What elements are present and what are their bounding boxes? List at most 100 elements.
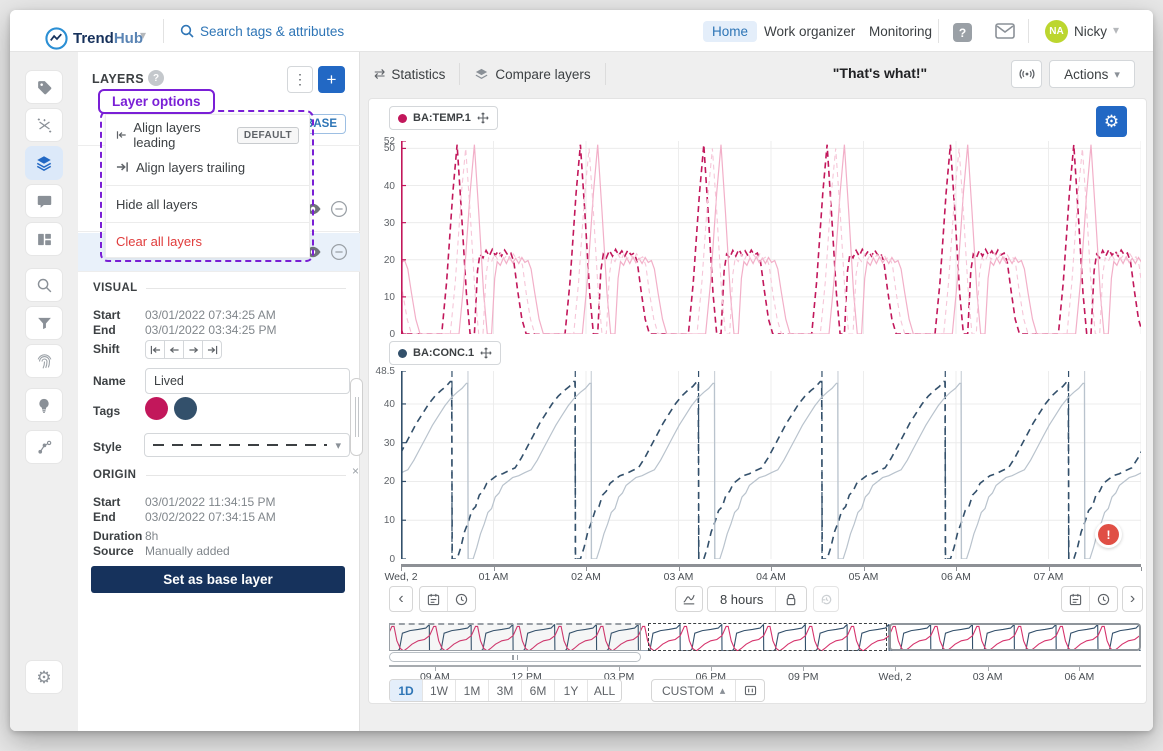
y-tick-label: 50 xyxy=(367,143,395,154)
range-button-1m[interactable]: 1M xyxy=(456,680,489,701)
comments-rail-button[interactable] xyxy=(25,184,63,218)
menu-item-align-leading[interactable]: Align layers leading DEFAULT xyxy=(106,119,309,151)
user-chevron-down-icon[interactable]: ▾ xyxy=(1113,23,1119,37)
align-trailing-icon xyxy=(116,161,129,173)
range-button-1y[interactable]: 1Y xyxy=(555,680,588,701)
shift-right-button[interactable] xyxy=(183,340,203,359)
layer-options-menu: Align layers leading DEFAULT Align layer… xyxy=(105,114,310,258)
panel-resize-handle[interactable] xyxy=(350,378,363,456)
custom-range-picker-button[interactable] xyxy=(736,680,764,701)
broadcast-icon xyxy=(1019,68,1035,80)
graph-rail-button[interactable] xyxy=(25,430,63,464)
set-as-base-layer-button[interactable]: Set as base layer xyxy=(91,566,345,593)
user-name[interactable]: Nicky xyxy=(1074,24,1107,39)
chevron-down-icon: ▾ xyxy=(1114,68,1120,81)
overview-region-visible[interactable] xyxy=(889,623,1141,651)
layers-rail-button[interactable] xyxy=(25,146,63,180)
chevron-down-icon: ▾ xyxy=(335,439,341,452)
nav-link-home[interactable]: Home xyxy=(703,21,757,42)
tags-rail-button[interactable] xyxy=(25,70,63,104)
tag-color-crimson[interactable] xyxy=(145,397,168,420)
chart-settings-button[interactable]: ⚙ xyxy=(1096,106,1127,137)
layers-icon xyxy=(474,67,489,82)
range-button-all[interactable]: ALL xyxy=(588,680,621,701)
app-window: TrendHub ▾ Home Work organizer Monitorin… xyxy=(10,10,1153,731)
range-button-6m[interactable]: 6M xyxy=(522,680,555,701)
temp-chart-plot[interactable] xyxy=(401,141,1141,334)
series-chip-conc[interactable]: BA:CONC.1 xyxy=(389,341,501,365)
overview-scrollbar[interactable] xyxy=(389,652,641,662)
menu-item-hide-all[interactable]: Hide all layers xyxy=(106,188,309,220)
overview-region-past[interactable] xyxy=(389,623,641,651)
duration-label: Duration xyxy=(93,529,142,543)
gear-icon: ⚙ xyxy=(36,669,51,686)
panel-close-icon[interactable]: × xyxy=(352,464,359,478)
default-badge: DEFAULT xyxy=(237,127,299,144)
shift-far-right-button[interactable] xyxy=(202,340,222,359)
actions-button[interactable]: Actions ▾ xyxy=(1049,60,1135,88)
layers-help-icon[interactable]: ? xyxy=(148,70,164,86)
series-chip-temp[interactable]: BA:TEMP.1 xyxy=(389,106,498,130)
conc-chart-plot[interactable] xyxy=(401,371,1141,559)
filter-rail-button[interactable] xyxy=(25,306,63,340)
brand-chevron-down-icon[interactable]: ▾ xyxy=(140,28,146,42)
temp-series-label: BA:TEMP.1 xyxy=(413,112,471,124)
layer-name-input[interactable] xyxy=(145,368,350,394)
pan-left-button[interactable]: ‹ xyxy=(389,586,413,612)
shift-left-button[interactable] xyxy=(164,340,184,359)
move-icon[interactable] xyxy=(477,112,489,124)
y-tick-label: 20 xyxy=(367,476,395,487)
y-tick-label: 0 xyxy=(367,554,395,565)
layer-options-tooltip: Layer options xyxy=(98,89,215,114)
edit-range-button[interactable] xyxy=(675,586,703,612)
line-style-select[interactable]: ▾ xyxy=(144,433,350,457)
mail-icon[interactable] xyxy=(995,23,1015,39)
dashboard-rail-button[interactable] xyxy=(25,222,63,256)
clock-icon xyxy=(1097,593,1110,606)
nav-link-work-organizer[interactable]: Work organizer xyxy=(755,21,864,42)
fingerprint-rail-button[interactable] xyxy=(25,344,63,378)
custom-range-group: CUSTOM ▴ xyxy=(651,679,765,702)
clock-end-button[interactable] xyxy=(1090,587,1117,611)
chart-card: BA:TEMP.1 ⚙ 5250403020100 BA:CONC.1 48.5… xyxy=(368,98,1147,704)
help-icon[interactable]: ? xyxy=(953,23,972,42)
calendar-icon xyxy=(427,593,440,606)
visual-start-label: Start xyxy=(93,308,120,322)
add-layer-button[interactable]: + xyxy=(318,66,345,93)
search-input[interactable] xyxy=(200,22,500,40)
clock-start-button[interactable] xyxy=(448,587,475,611)
avatar[interactable]: NA xyxy=(1045,20,1068,43)
insights-rail-button[interactable] xyxy=(25,388,63,422)
overview-region-comparison[interactable] xyxy=(648,623,887,651)
layers-panel-title: LAYERS xyxy=(92,72,144,86)
range-button-3m[interactable]: 3M xyxy=(489,680,522,701)
calendar-end-button[interactable] xyxy=(1062,587,1089,611)
move-icon[interactable] xyxy=(480,347,492,359)
remove-layer-icon[interactable] xyxy=(330,243,348,261)
shift-far-left-button[interactable] xyxy=(145,340,165,359)
history-button[interactable] xyxy=(813,586,839,612)
tag-color-navy[interactable] xyxy=(174,397,197,420)
duration-display[interactable]: 8 hours xyxy=(708,587,775,611)
range-button-1w[interactable]: 1W xyxy=(423,680,456,701)
remove-layer-icon[interactable] xyxy=(330,200,348,218)
menu-item-align-trailing[interactable]: Align layers trailing xyxy=(106,151,309,183)
statistics-button[interactable]: ⇄ Statistics xyxy=(360,66,459,82)
custom-range-button[interactable]: CUSTOM ▴ xyxy=(652,680,735,701)
menu-item-clear-all[interactable]: Clear all layers xyxy=(106,225,309,257)
compare-layers-button[interactable]: Compare layers xyxy=(460,67,604,82)
lock-duration-button[interactable] xyxy=(776,587,806,611)
overview-axis-label: 06 AM xyxy=(1049,671,1109,683)
layer-options-button[interactable]: ⋮ xyxy=(287,66,313,93)
pan-right-button[interactable]: › xyxy=(1122,586,1143,612)
source-value: Manually added xyxy=(145,544,230,558)
live-broadcast-button[interactable] xyxy=(1011,60,1042,88)
alert-badge[interactable]: ! xyxy=(1095,521,1122,548)
settings-rail-button[interactable]: ⚙ xyxy=(25,660,63,694)
overview-strip[interactable] xyxy=(389,623,1141,651)
formulas-rail-button[interactable] xyxy=(25,108,63,142)
nav-link-monitoring[interactable]: Monitoring xyxy=(860,21,941,42)
search-rail-button[interactable] xyxy=(25,268,63,302)
calendar-start-button[interactable] xyxy=(420,587,447,611)
range-button-1d[interactable]: 1D xyxy=(390,680,423,701)
